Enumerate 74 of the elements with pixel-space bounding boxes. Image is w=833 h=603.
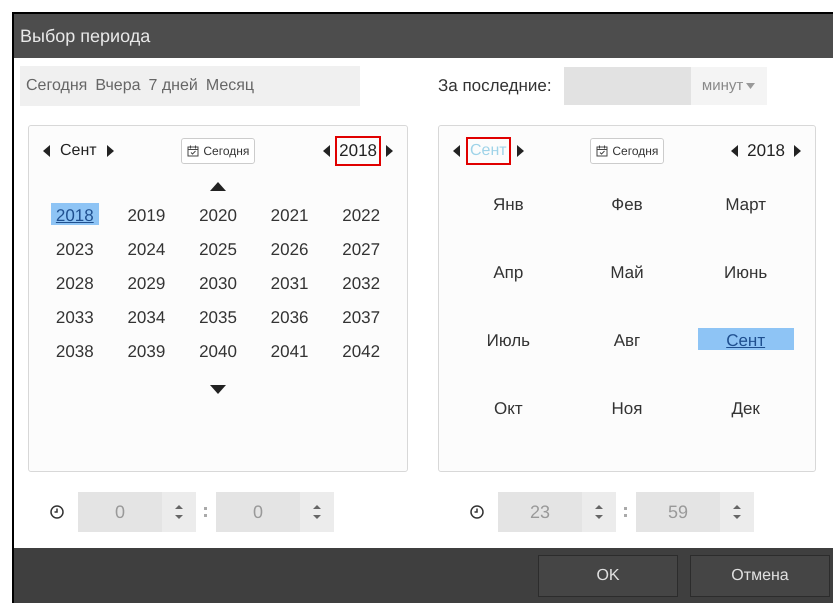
year-cell[interactable]: 2041 [266, 339, 314, 361]
year-cell[interactable]: 2039 [122, 339, 170, 361]
month-cell[interactable]: Март [698, 192, 794, 214]
year-cell[interactable]: 2019 [122, 203, 170, 225]
window-title: Выбор периода [20, 24, 150, 48]
next-year-icon[interactable] [386, 145, 393, 157]
calendar-icon [187, 145, 200, 157]
previous-month-icon[interactable] [453, 145, 460, 157]
month-cell[interactable]: Май [578, 260, 675, 282]
spinner-arrows-icon [313, 504, 321, 520]
today-button[interactable]: Сегодня [590, 138, 664, 164]
scroll-down-icon[interactable] [210, 385, 226, 394]
year-cell[interactable]: 2038 [50, 339, 99, 361]
quick-range-tab[interactable]: 7 дней [144, 74, 202, 98]
spinner-button[interactable] [582, 492, 616, 532]
year-cell[interactable]: 2029 [122, 271, 170, 293]
quick-range-tab[interactable]: Месяц [202, 74, 258, 98]
clock-icon [50, 505, 64, 519]
month-cell[interactable]: Дек [698, 396, 794, 418]
month-cell[interactable]: Авг [578, 328, 675, 350]
spinner-button[interactable] [300, 492, 334, 532]
year-cell[interactable]: 2040 [194, 339, 242, 361]
previous-year-icon[interactable] [323, 145, 330, 157]
month-cell[interactable]: Окт [460, 396, 556, 418]
year-label[interactable]: 2018 [335, 136, 381, 166]
quick-range-tab[interactable]: Сегодня [22, 74, 92, 98]
last-input[interactable] [564, 67, 691, 105]
caret-icon [746, 83, 756, 89]
month-label[interactable]: Сент [56, 137, 101, 165]
month-cell[interactable]: Июнь [698, 260, 794, 282]
year-cell[interactable]: 2024 [122, 237, 170, 259]
spinner-button[interactable] [162, 492, 196, 532]
dialog-button[interactable]: Отмена [690, 554, 830, 596]
previous-year-icon[interactable] [731, 145, 738, 157]
year-cell[interactable]: 2037 [337, 305, 386, 327]
year-cell[interactable]: 2034 [122, 305, 170, 327]
year-cell[interactable]: 2021 [266, 203, 314, 225]
year-cell[interactable]: 2036 [266, 305, 314, 327]
year-cell[interactable]: 2027 [337, 237, 386, 259]
year-cell[interactable]: 2042 [337, 339, 386, 361]
year-cell[interactable]: 2022 [337, 203, 386, 225]
month-cell[interactable]: Фев [578, 192, 675, 214]
year-cell[interactable]: 2035 [194, 305, 242, 327]
year-cell[interactable]: 2030 [194, 271, 242, 293]
year-cell[interactable]: 2033 [50, 305, 99, 327]
year-cell[interactable]: 2031 [266, 271, 314, 293]
year-cell[interactable]: 2023 [50, 237, 99, 259]
clock-icon [470, 505, 484, 519]
year-cell[interactable]: 2026 [266, 237, 314, 259]
month-cell[interactable]: Янв [460, 192, 556, 214]
month-cell[interactable]: Апр [460, 260, 556, 282]
next-month-icon[interactable] [516, 145, 524, 157]
previous-month-icon[interactable] [43, 145, 50, 157]
last-label: За последние: [438, 75, 552, 98]
spinner-button[interactable] [720, 492, 754, 532]
year-cell[interactable]: 2032 [337, 271, 386, 293]
month-cell[interactable]: Сент [698, 328, 794, 350]
scroll-up-icon[interactable] [210, 182, 226, 191]
spinner-arrows-icon [595, 504, 603, 520]
quick-range-tab[interactable]: Вчера [91, 74, 144, 98]
calendar-icon [596, 145, 608, 157]
spinner-arrows-icon [175, 504, 183, 520]
next-year-icon[interactable] [794, 145, 801, 157]
spinner-arrows-icon [733, 504, 741, 520]
today-button[interactable]: Сегодня [181, 138, 256, 164]
year-cell[interactable]: 2018 [50, 203, 99, 225]
next-month-icon[interactable] [106, 145, 114, 157]
year-cell[interactable]: 2028 [50, 271, 99, 293]
month-cell[interactable]: Ноя [578, 396, 675, 418]
year-cell[interactable]: 2020 [194, 203, 242, 225]
month-cell[interactable]: Июль [460, 328, 556, 350]
year-cell[interactable]: 2025 [194, 237, 242, 259]
dialog-button[interactable]: OK [538, 554, 678, 596]
year-label[interactable]: 2018 [743, 136, 789, 166]
